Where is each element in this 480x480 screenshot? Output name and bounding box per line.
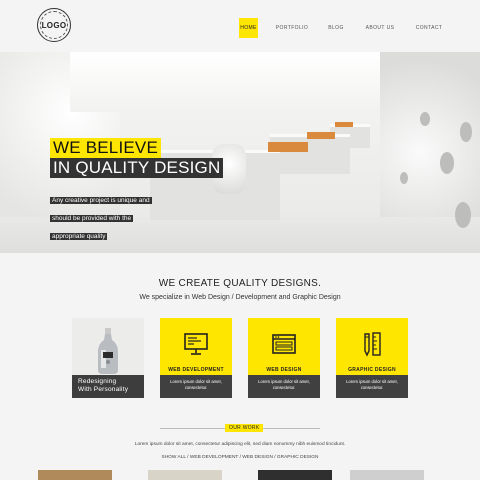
featured-project-title-line-2: With Personality bbox=[78, 386, 129, 393]
hero-banner: WE BELIEVE IN QUALITY DESIGN Any creativ… bbox=[0, 52, 480, 253]
main-nav: HOME PORTFOLIO BLOG ABOUT US CONTACT bbox=[0, 18, 480, 38]
service-card-footer: Lorem ipsum dolor sit amet, consectetur. bbox=[160, 375, 232, 398]
hero-cushion bbox=[268, 142, 308, 152]
wall-hole bbox=[420, 112, 430, 126]
site-header: LOGO HOME PORTFOLIO BLOG ABOUT US CONTAC… bbox=[0, 0, 480, 52]
nav-home[interactable]: HOME bbox=[239, 18, 258, 38]
hero-title-line-2: IN QUALITY DESIGN bbox=[50, 158, 224, 178]
service-card-footer: Lorem ipsum dolor sit amet, consectetur. bbox=[248, 375, 320, 398]
featured-project-card[interactable]: Redesigning With Personality bbox=[72, 318, 144, 398]
our-work-label: OUR WORK bbox=[225, 424, 264, 432]
service-card-heading: WEB DESIGN bbox=[266, 367, 302, 373]
hero-cushion bbox=[307, 132, 335, 139]
bottle-image bbox=[98, 328, 118, 374]
service-card-web-design[interactable]: WEB DESIGN Lorem ipsum dolor sit amet, c… bbox=[248, 318, 320, 398]
section-subtitle: We specialize in Web Design / Developmen… bbox=[139, 294, 341, 301]
service-card-text: Lorem ipsum dolor sit amet, consectetur. bbox=[346, 379, 398, 390]
hero-cushion bbox=[335, 122, 353, 127]
portfolio-thumbnail[interactable] bbox=[38, 470, 112, 480]
pencil-ruler-icon bbox=[364, 331, 381, 357]
monitor-icon bbox=[184, 332, 208, 355]
hero-ceiling bbox=[70, 52, 410, 112]
service-card-web-development[interactable]: WEB DEVELOPMENT Lorem ipsum dolor sit am… bbox=[160, 318, 232, 398]
service-card-heading: WEB DEVELOPMENT bbox=[168, 367, 224, 373]
nav-blog[interactable]: BLOG bbox=[325, 18, 347, 38]
service-card-graphic-design[interactable]: GRAPHIC DESIGN Lorem ipsum dolor sit ame… bbox=[336, 318, 408, 398]
featured-project-caption: Redesigning With Personality bbox=[72, 375, 144, 398]
wall-hole bbox=[455, 202, 471, 228]
featured-project-title-line-1: Redesigning bbox=[78, 378, 117, 385]
hero-title-line-1: WE BELIEVE bbox=[50, 138, 161, 158]
hero-subtitle: Any creative project is unique and shoul… bbox=[50, 189, 162, 243]
service-card-heading: GRAPHIC DESIGN bbox=[348, 367, 396, 373]
wall-hole bbox=[460, 122, 472, 142]
nav-contact[interactable]: CONTACT bbox=[412, 18, 446, 38]
nav-portfolio[interactable]: PORTFOLIO bbox=[274, 18, 310, 38]
hero-title: WE BELIEVE IN QUALITY DESIGN bbox=[50, 138, 224, 178]
hero-desk bbox=[270, 134, 350, 174]
service-card-text: Lorem ipsum dolor sit amet, consectetur. bbox=[258, 379, 310, 390]
nav-about-us[interactable]: ABOUT US bbox=[363, 18, 397, 38]
wall-hole bbox=[400, 172, 408, 184]
portfolio-thumbnail[interactable] bbox=[148, 470, 222, 480]
our-work-description: Lorem ipsum dolor sit amet, consectetur … bbox=[134, 442, 346, 447]
wall-hole bbox=[440, 152, 454, 174]
featured-project-image bbox=[72, 318, 144, 375]
section-title: WE CREATE QUALITY DESIGNS. bbox=[158, 278, 322, 289]
service-card-text: Lorem ipsum dolor sit amet, consectetur. bbox=[170, 379, 222, 390]
portfolio-filter[interactable]: SHOW ALL / WEB DEVELOPMENT / WEB DESIGN … bbox=[0, 455, 480, 460]
service-card-footer: Lorem ipsum dolor sit amet, consectetur. bbox=[336, 375, 408, 398]
portfolio-thumbnail[interactable] bbox=[258, 470, 332, 480]
browser-window-icon bbox=[272, 333, 296, 354]
portfolio-thumbnail[interactable] bbox=[350, 470, 424, 480]
hero-subtitle-text: Any creative project is unique and shoul… bbox=[50, 197, 152, 240]
